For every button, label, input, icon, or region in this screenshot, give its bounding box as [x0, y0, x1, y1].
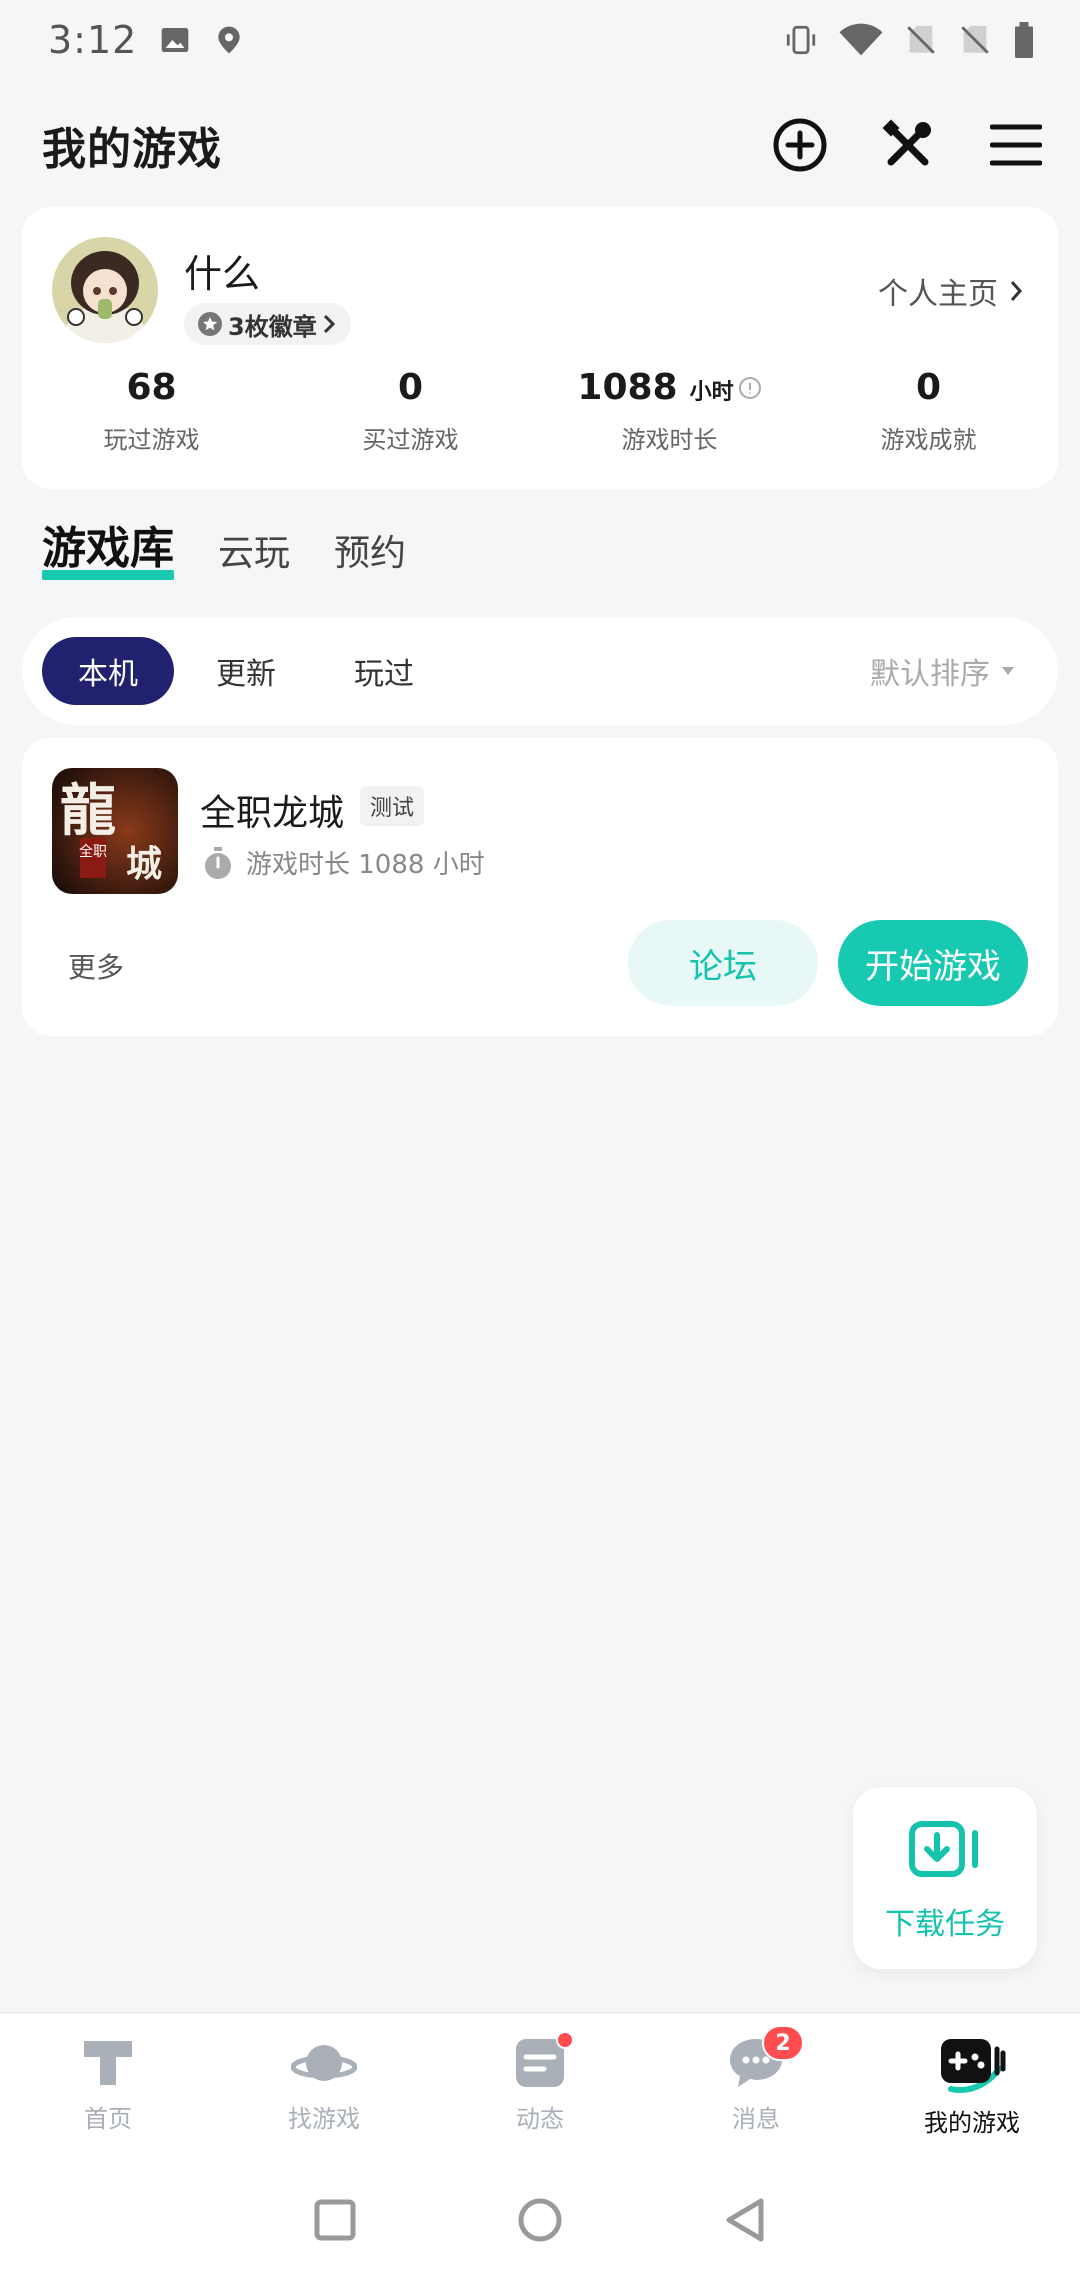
game-card: 龍 城 全职 全职龙城 测试 游戏时长 1088 小时 更多 论坛 开始游戏 — [22, 738, 1058, 1036]
download-task-button[interactable]: 下载任务 — [853, 1787, 1037, 1969]
homepage-label: 个人主页 — [878, 277, 998, 312]
stat-label: 游戏成就 — [880, 426, 977, 454]
sort-dropdown[interactable]: 默认排序 — [870, 649, 1016, 693]
tab-reservations[interactable]: 预约 — [334, 524, 406, 590]
username: 什么 — [184, 252, 261, 296]
vibrate-icon — [784, 23, 818, 57]
game-name[interactable]: 全职龙城 — [200, 784, 344, 836]
profile-card: 什么 3枚徽章 个人主页 68 玩过游戏 0 买过游戏 1088 小时 游戏时长… — [22, 207, 1058, 489]
svg-text:城: 城 — [126, 843, 162, 885]
menu-icon — [990, 124, 1042, 166]
download-task-label: 下载任务 — [885, 1907, 1005, 1942]
caret-down-icon — [1002, 667, 1014, 675]
stat-value: 1088 — [577, 367, 678, 408]
location-shield-icon — [213, 24, 245, 56]
square-icon — [314, 2199, 356, 2241]
badge-button[interactable]: 3枚徽章 — [184, 303, 351, 345]
nav-label: 我的游戏 — [924, 2109, 1020, 2137]
stat-bought-games[interactable]: 0 买过游戏 — [281, 367, 540, 455]
stat-label: 玩过游戏 — [103, 426, 200, 454]
game-playtime: 游戏时长 1088 小时 — [202, 844, 485, 881]
nav-item-find-games[interactable]: 找游戏 — [216, 2013, 432, 2160]
filter-chip-local[interactable]: 本机 — [42, 637, 174, 705]
badge-label: 3枚徽章 — [228, 312, 317, 341]
image-icon — [159, 24, 191, 56]
status-time: 3:12 — [48, 18, 138, 62]
notification-dot — [556, 2031, 574, 2049]
message-count-badge: 2 — [762, 2025, 804, 2061]
nav-item-home[interactable]: 首页 — [0, 2013, 216, 2160]
stat-label: 买过游戏 — [362, 426, 459, 454]
chevron-right-icon — [1010, 281, 1023, 301]
start-game-button[interactable]: 开始游戏 — [838, 920, 1028, 1006]
nav-item-my-games[interactable]: 我的游戏 — [864, 2013, 1080, 2160]
sort-label: 默认排序 — [870, 657, 990, 692]
gamepad-icon — [941, 2039, 1006, 2093]
stopwatch-icon — [205, 846, 231, 879]
avatar[interactable] — [52, 237, 158, 343]
svg-text:全职: 全职 — [79, 843, 107, 860]
stat-unit: 小时 — [689, 380, 734, 405]
stat-played-games[interactable]: 68 玩过游戏 — [22, 367, 281, 455]
homepage-link[interactable]: 个人主页 — [878, 269, 1024, 313]
planet-icon — [291, 2045, 357, 2081]
triangle-back-icon — [726, 2198, 764, 2242]
stat-value: 0 — [397, 367, 424, 408]
nav-item-feed[interactable]: 动态 — [432, 2013, 648, 2160]
no-sim-icon — [904, 23, 938, 57]
menu-button[interactable] — [988, 117, 1044, 173]
back-button[interactable] — [723, 2197, 767, 2243]
tab-cloud-play[interactable]: 云玩 — [218, 524, 290, 590]
nav-label: 消息 — [732, 2105, 780, 2133]
game-playtime-text: 游戏时长 1088 小时 — [246, 850, 485, 880]
status-bar: 3:12 — [0, 0, 1080, 80]
no-sim-icon — [958, 23, 992, 57]
download-icon — [909, 1821, 981, 1881]
game-tag: 测试 — [360, 786, 425, 826]
stat-value: 0 — [915, 367, 942, 408]
tab-library[interactable]: 游戏库 — [42, 512, 174, 590]
nav-label: 动态 — [516, 2105, 564, 2133]
app-header: 我的游戏 — [0, 100, 1080, 190]
nav-label: 首页 — [84, 2105, 132, 2133]
add-game-button[interactable] — [772, 117, 828, 173]
stat-value: 68 — [126, 367, 177, 408]
info-icon[interactable] — [738, 376, 762, 400]
library-tabs: 游戏库 云玩 预约 — [42, 520, 406, 590]
game-more-button[interactable]: 更多 — [68, 946, 124, 986]
add-circle-icon — [773, 118, 827, 172]
chevron-right-icon — [323, 314, 335, 334]
stats-row: 68 玩过游戏 0 买过游戏 1088 小时 游戏时长 0 游戏成就 — [22, 367, 1058, 455]
home-button[interactable] — [517, 2197, 563, 2243]
filter-bar: 本机 更新 玩过 默认排序 — [22, 617, 1058, 725]
stat-achievements[interactable]: 0 游戏成就 — [799, 367, 1058, 455]
medal-icon — [198, 312, 222, 336]
filter-chip-played[interactable]: 玩过 — [318, 637, 450, 705]
svg-text:龍: 龍 — [60, 778, 116, 844]
home-icon — [84, 2041, 132, 2085]
circle-icon — [518, 2198, 562, 2242]
page-title: 我的游戏 — [42, 124, 222, 175]
tools-button[interactable] — [880, 117, 936, 173]
tools-icon — [882, 119, 931, 166]
recents-button[interactable] — [313, 2198, 357, 2242]
forum-button[interactable]: 论坛 — [628, 920, 818, 1006]
stat-play-time[interactable]: 1088 小时 游戏时长 — [540, 367, 799, 455]
system-nav-bar — [0, 2160, 1080, 2280]
nav-label: 找游戏 — [288, 2105, 360, 2133]
stat-label: 游戏时长 — [621, 426, 718, 454]
wifi-icon — [838, 23, 884, 57]
nav-item-messages[interactable]: 消息 2 — [648, 2013, 864, 2160]
game-icon[interactable]: 龍 城 全职 — [52, 768, 178, 894]
battery-icon — [1012, 22, 1036, 58]
bottom-nav: 首页 找游戏 动态 消息 2 我的游戏 — [0, 2012, 1080, 2160]
filter-chip-updates[interactable]: 更新 — [180, 637, 312, 705]
